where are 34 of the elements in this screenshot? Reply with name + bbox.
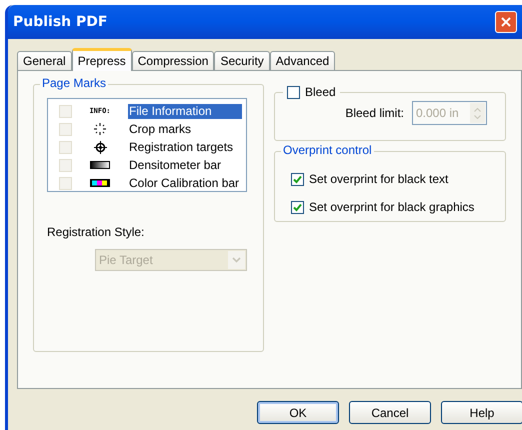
dialog-button[interactable]: Cancel [349, 401, 431, 424]
checkmark-icon [293, 174, 302, 184]
checkmark-icon [293, 202, 302, 212]
tab[interactable]: Advanced [270, 51, 336, 70]
close-button[interactable] [495, 11, 517, 33]
checkbox[interactable] [291, 172, 304, 186]
tab[interactable]: Security [214, 51, 270, 70]
checkbox-label: Bleed [305, 84, 336, 101]
group-title: Overprint control [281, 144, 374, 156]
gradient-bar-icon [90, 161, 110, 169]
dropdown-value: Pie Target [98, 252, 154, 269]
field-label: Bleed limit: [345, 105, 404, 122]
tab[interactable]: Compression [132, 51, 214, 70]
dialog-button[interactable]: OK [257, 401, 339, 424]
field-label: Registration Style: [47, 224, 146, 241]
checkbox[interactable] [291, 200, 304, 214]
group-title: Page Marks [40, 77, 108, 89]
list-item[interactable]: File Information [128, 104, 242, 118]
list-item[interactable]: Densitometer bar [128, 158, 222, 172]
color-bar-icon [90, 179, 110, 187]
list-item[interactable]: Registration targets [128, 140, 234, 154]
list-item[interactable]: Crop marks [128, 122, 192, 136]
window-title: Publish PDF [13, 12, 108, 32]
crop-marks-icon [94, 123, 106, 135]
checkbox-label: Set overprint for black graphics [309, 199, 474, 216]
tab[interactable]: Prepress [72, 48, 132, 71]
spinner-arrows-icon [470, 103, 485, 123]
close-icon [501, 17, 511, 27]
field-value: 0.000 in [415, 105, 460, 122]
dialog-button[interactable]: Help [441, 401, 522, 424]
list-item[interactable]: Color Calibration bar [128, 176, 240, 190]
checkbox-label: Set overprint for black text [309, 171, 448, 188]
target-icon [94, 140, 106, 154]
tab[interactable]: General [17, 51, 72, 70]
